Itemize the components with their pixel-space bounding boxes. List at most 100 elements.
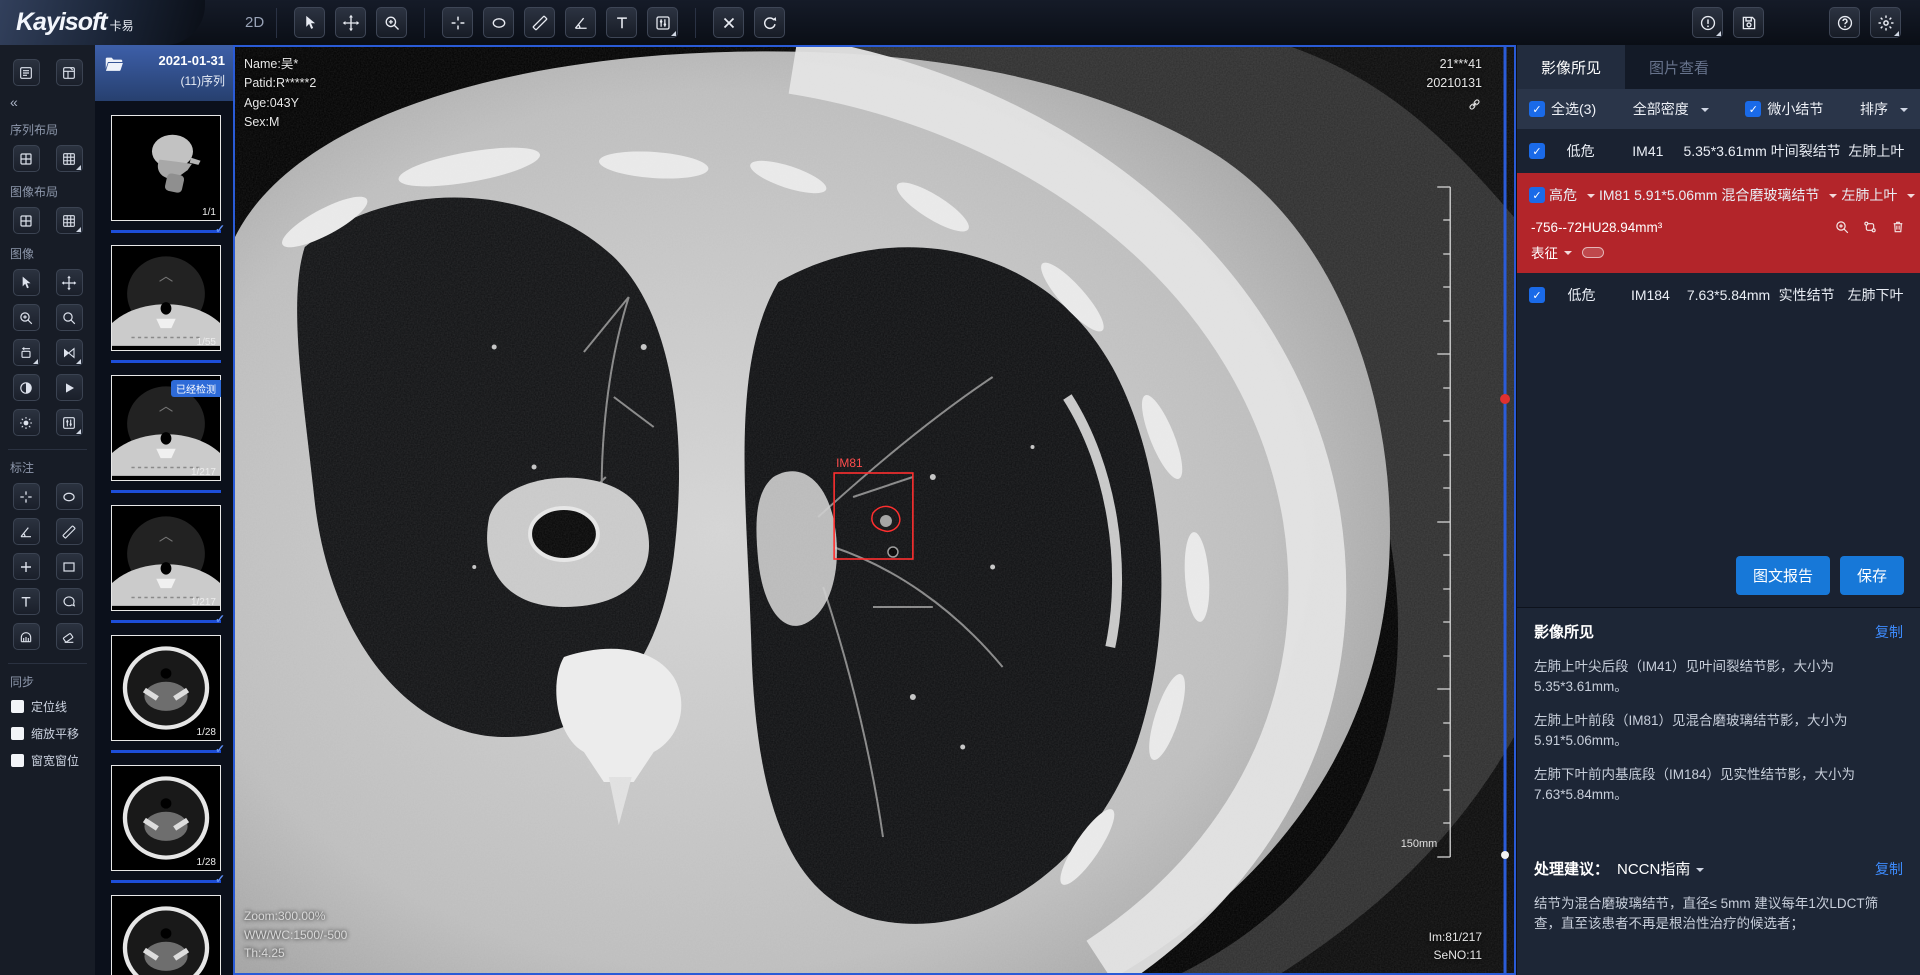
pan-tool-button[interactable] [56, 269, 83, 296]
series-layout-label: 序列布局 [0, 121, 95, 138]
series-thumbnail[interactable]: 1/28 [111, 635, 221, 741]
series-grid-3x3-button[interactable] [56, 145, 83, 172]
sort-dropdown[interactable]: 排序 [1860, 99, 1888, 119]
copy-advice-link[interactable]: 复制 [1875, 859, 1903, 879]
invert-tool-button[interactable] [13, 374, 40, 401]
settings-button[interactable] [1870, 7, 1901, 38]
pointer-tool-button[interactable] [13, 269, 40, 296]
link-icon[interactable] [1467, 97, 1482, 112]
delete-annotation-button[interactable] [713, 7, 744, 38]
series-panel: 2021-01-31 (11)序列 1/1 1/55 已经检测 1/217 [95, 45, 233, 975]
checkbox-unchecked[interactable] [11, 700, 24, 713]
pan-tool-button[interactable] [335, 7, 366, 38]
nodule-type-dropdown[interactable]: 混合磨玻璃结节 [1721, 185, 1819, 205]
window-level-tool-button[interactable] [647, 7, 678, 38]
alert-button[interactable] [1692, 7, 1723, 38]
checkbox-unchecked[interactable] [11, 727, 24, 740]
eraser-annotation-button[interactable] [56, 623, 83, 650]
checkbox-unchecked[interactable] [11, 754, 24, 767]
sync-option-label: 窗宽窗位 [31, 752, 79, 769]
angle-tool-button[interactable] [565, 7, 596, 38]
feature-tag-pill[interactable] [1582, 247, 1604, 258]
thumbnail-image [112, 116, 220, 220]
delete-nodule-icon[interactable] [1890, 219, 1906, 235]
findings-text-section: 影像所见 复制 左肺上叶尖后段（IM41）见叶间裂结节影，大小为5.35*3.6… [1517, 607, 1920, 975]
nodule-checkbox[interactable] [1529, 287, 1545, 303]
nodule-risk: 低危 [1549, 285, 1614, 305]
text-tool-button[interactable] [606, 7, 637, 38]
series-grid-2x2-button[interactable] [13, 145, 40, 172]
zoom-tool-button[interactable] [376, 7, 407, 38]
reset-view-button[interactable] [754, 7, 785, 38]
report-button[interactable]: 图文报告 [1736, 556, 1830, 595]
ct-viewport[interactable]: IM81 150mm Name:吴* Patid:R*****2 Age:043… [233, 45, 1516, 975]
copy-findings-link[interactable]: 复制 [1875, 622, 1903, 642]
feature-dropdown[interactable]: 表征 [1531, 242, 1558, 262]
crosshair-tool-button[interactable] [442, 7, 473, 38]
left-tool-panel: « 序列布局 图像布局 图像 [0, 45, 95, 975]
image-grid-2x2-button[interactable] [13, 207, 40, 234]
density-filter-dropdown[interactable]: 全部密度 [1633, 99, 1689, 119]
nodule-position-dot[interactable] [1500, 394, 1510, 404]
save-button[interactable]: 保存 [1840, 556, 1904, 595]
select-all-checkbox[interactable] [1529, 101, 1545, 117]
brightness-tool-button[interactable] [13, 409, 40, 436]
rectangle-annotation-button[interactable] [56, 553, 83, 580]
series-thumbnail[interactable]: 1/28 [111, 765, 221, 871]
crosshair-annotation-button[interactable] [13, 483, 40, 510]
point-annotation-button[interactable] [13, 553, 40, 580]
cine-play-button[interactable] [56, 374, 83, 401]
pointer-tool-button[interactable] [294, 7, 325, 38]
locate-nodule-icon[interactable] [1834, 219, 1850, 235]
study-header[interactable]: 2021-01-31 (11)序列 [95, 45, 233, 101]
guideline-dropdown[interactable]: NCCN指南 [1617, 858, 1690, 879]
flip-tool-button[interactable] [56, 339, 83, 366]
sync-option-window-level[interactable]: 窗宽窗位 [11, 752, 95, 769]
nodule-risk-dropdown[interactable]: 高危 [1549, 185, 1577, 205]
image-grid-3x3-button[interactable] [56, 207, 83, 234]
micro-nodule-checkbox[interactable] [1745, 101, 1761, 117]
ct-image[interactable]: IM81 150mm [235, 47, 1514, 973]
sync-option-zoom-pan[interactable]: 缩放平移 [11, 725, 95, 742]
series-thumbnail[interactable]: 已经检测 1/217 [111, 375, 221, 481]
nodule-size: 5.91*5.06mm [1634, 187, 1717, 203]
rotate-tool-button[interactable] [13, 339, 40, 366]
chevron-down-icon [1701, 108, 1709, 116]
zoom-in-tool-button[interactable] [13, 304, 40, 331]
nodule-checkbox[interactable] [1529, 187, 1545, 203]
angle-annotation-button[interactable] [13, 518, 40, 545]
callout-annotation-button[interactable] [56, 588, 83, 615]
ellipse-annotation-button[interactable] [56, 483, 83, 510]
help-button[interactable] [1829, 7, 1860, 38]
series-thumbnail[interactable]: 1/217 [111, 505, 221, 611]
nodule-image-no: IM81 [1599, 187, 1630, 203]
folder-icon [103, 53, 125, 75]
compare-icon[interactable] [1862, 219, 1878, 235]
nodule-row-selected[interactable]: 高危 IM81 5.91*5.06mm 混合磨玻璃结节 左肺上叶 -756--7… [1517, 173, 1920, 273]
window-level-tool-button[interactable] [56, 409, 83, 436]
series-list-button[interactable] [13, 59, 40, 86]
slice-position-dot[interactable] [1501, 851, 1509, 859]
layout-protocol-button[interactable] [56, 59, 83, 86]
save-study-button[interactable] [1733, 7, 1764, 38]
tab-image-view[interactable]: 图片查看 [1625, 45, 1733, 89]
series-thumbnail[interactable] [111, 895, 221, 975]
finding-item: 左肺上叶前段（IM81）见混合磨玻璃结节影，大小为5.91*5.06mm。 [1534, 711, 1903, 750]
ruler-annotation-button[interactable] [56, 518, 83, 545]
series-check-icon [215, 612, 225, 626]
toolbar-separator [424, 8, 425, 38]
magnify-tool-button[interactable] [56, 304, 83, 331]
nodule-row[interactable]: 低危 IM41 5.35*3.61mm 叶间裂结节 左肺上叶 [1517, 129, 1920, 173]
tab-findings[interactable]: 影像所见 [1517, 45, 1625, 89]
arch-annotation-button[interactable] [13, 623, 40, 650]
nodule-location-dropdown[interactable]: 左肺上叶 [1841, 185, 1897, 205]
series-thumbnail[interactable]: 1/55 [111, 245, 221, 351]
ruler-tool-button[interactable] [524, 7, 555, 38]
ellipse-tool-button[interactable] [483, 7, 514, 38]
collapse-panel-button[interactable]: « [0, 94, 95, 110]
sync-option-localizer[interactable]: 定位线 [11, 698, 95, 715]
nodule-row[interactable]: 低危 IM184 7.63*5.84mm 实性结节 左肺下叶 [1517, 273, 1920, 317]
text-annotation-button[interactable] [13, 588, 40, 615]
series-thumbnail[interactable]: 1/1 [111, 115, 221, 221]
nodule-checkbox[interactable] [1529, 143, 1545, 159]
